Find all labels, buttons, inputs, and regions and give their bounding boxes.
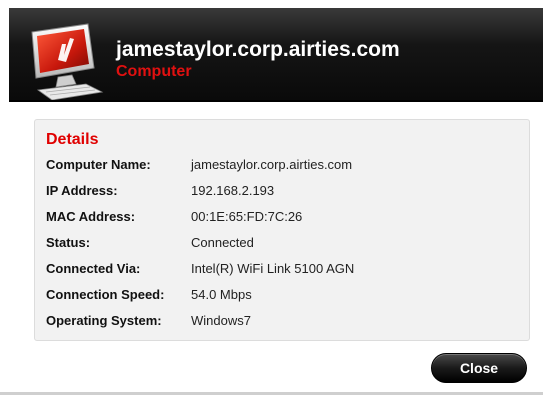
detail-label: Connection Speed: bbox=[46, 287, 165, 302]
detail-value: jamestaylor.corp.airties.com bbox=[191, 157, 353, 172]
detail-label: Connected Via: bbox=[46, 261, 141, 276]
device-type-label: Computer bbox=[116, 63, 192, 80]
detail-value: 00:1E:65:FD:7C:26 bbox=[191, 209, 303, 224]
detail-value: Intel(R) WiFi Link 5100 AGN bbox=[191, 261, 355, 276]
detail-label: Computer Name: bbox=[46, 157, 151, 172]
detail-label: Status: bbox=[46, 235, 91, 250]
close-button[interactable]: Close bbox=[431, 353, 527, 383]
detail-label: MAC Address: bbox=[46, 209, 136, 224]
dialog-header: jamestaylor.corp.airties.com Computer bbox=[9, 8, 543, 102]
detail-value: 192.168.2.193 bbox=[191, 183, 275, 198]
detail-value: Windows7 bbox=[191, 313, 251, 328]
detail-label: IP Address: bbox=[46, 183, 118, 198]
detail-value: Connected bbox=[191, 235, 254, 250]
device-details-dialog: jamestaylor.corp.airties.com Computer De… bbox=[0, 0, 543, 395]
details-heading: Details bbox=[46, 131, 99, 148]
device-title: jamestaylor.corp.airties.com bbox=[116, 38, 400, 61]
detail-label: Operating System: bbox=[46, 313, 162, 328]
computer-icon bbox=[31, 23, 104, 100]
detail-value: 54.0 Mbps bbox=[191, 287, 252, 302]
details-panel: Details Computer Name: jamestaylor.corp.… bbox=[34, 119, 530, 341]
